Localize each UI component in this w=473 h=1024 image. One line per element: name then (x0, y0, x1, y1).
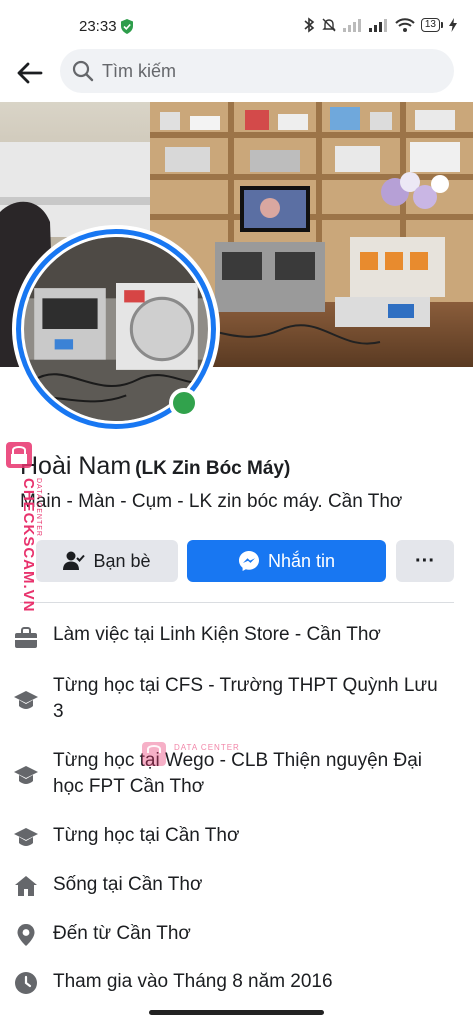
more-options-button[interactable]: ··· (396, 540, 454, 582)
signal-icon (368, 19, 387, 32)
info-text-joined: Tham gia vào Tháng 8 năm 2016 (53, 969, 443, 995)
location-pin-icon (12, 921, 40, 949)
message-button-label: Nhắn tin (267, 550, 336, 571)
profile-bio: Main - Màn - Cụm - LK zin bóc máy. Cần T… (20, 491, 403, 512)
school-text: Cần Thơ (165, 825, 240, 846)
status-icons: 13 (303, 17, 457, 33)
info-text-work: Làm việc tại Linh Kiện Store - Cần Thơ (53, 622, 443, 648)
status-bar: 23:33 13 (0, 0, 473, 48)
online-status-indicator (169, 388, 199, 418)
info-prefix: Làm việc tại (53, 624, 160, 645)
watermark-center: DATA CENTER (140, 736, 260, 776)
search-icon (72, 60, 94, 82)
info-prefix: Đến từ (53, 923, 117, 944)
back-button[interactable] (12, 56, 46, 90)
info-prefix: Sống tại (53, 874, 128, 895)
battery-indicator: 13 (420, 18, 443, 32)
more-dots-icon: ··· (415, 549, 435, 572)
city-link[interactable]: Cần Thơ (128, 874, 202, 895)
profile-name: Hoài Nam (LK Zin Bóc Máy) (20, 452, 290, 481)
watermark-center-text: DATA CENTER (174, 743, 240, 752)
info-prefix: Từng học tại (53, 825, 165, 846)
home-indicator[interactable] (149, 1010, 324, 1015)
home-icon (12, 872, 40, 900)
watermark-subtext: DATA CENTER (35, 478, 42, 537)
watermark-vertical: CHECKSCAM.VN DATA CENTER (4, 440, 44, 640)
messenger-icon (238, 551, 259, 571)
shield-icon (121, 19, 133, 34)
info-text-education: Từng học tại Cần Thơ (53, 823, 443, 849)
join-date: Tháng 8 năm 2016 (173, 971, 333, 992)
top-bar: Tìm kiếm (0, 48, 473, 102)
graduation-cap-icon (12, 761, 40, 789)
info-text-lives-in: Sống tại Cần Thơ (53, 872, 443, 898)
wifi-icon (395, 17, 415, 32)
search-input[interactable]: Tìm kiếm (60, 49, 454, 93)
section-divider (20, 602, 454, 603)
info-prefix: Từng học tại (53, 675, 165, 696)
info-text-from: Đến từ Cần Thơ (53, 921, 443, 947)
watermark-brand: CHECKSCAM.VN (20, 478, 37, 613)
status-time: 23:33 (79, 18, 117, 35)
clock-icon (12, 969, 40, 997)
friends-button[interactable]: Bạn bè (36, 540, 178, 582)
info-prefix: Tham gia vào (53, 971, 174, 992)
graduation-cap-icon (12, 823, 40, 851)
friends-button-label: Bạn bè (93, 550, 151, 571)
search-placeholder: Tìm kiếm (102, 60, 176, 81)
work-place-link[interactable]: Linh Kiện Store - Cần Thơ (160, 624, 381, 645)
friend-check-icon (63, 551, 86, 570)
battery-level: 13 (420, 18, 440, 32)
profile-alternate-name: (LK Zin Bóc Máy) (135, 458, 291, 479)
graduation-cap-icon (12, 686, 40, 714)
hometown-link[interactable]: Cần Thơ (116, 923, 190, 944)
arrow-left-icon (17, 62, 43, 84)
info-text-education: Từng học tại CFS - Trường THPT Quỳnh Lưu… (53, 673, 443, 725)
bluetooth-icon (304, 17, 315, 33)
message-button[interactable]: Nhắn tin (187, 540, 386, 582)
signal-icon (342, 19, 361, 32)
charging-icon (449, 18, 457, 32)
mute-bell-icon (322, 18, 336, 32)
